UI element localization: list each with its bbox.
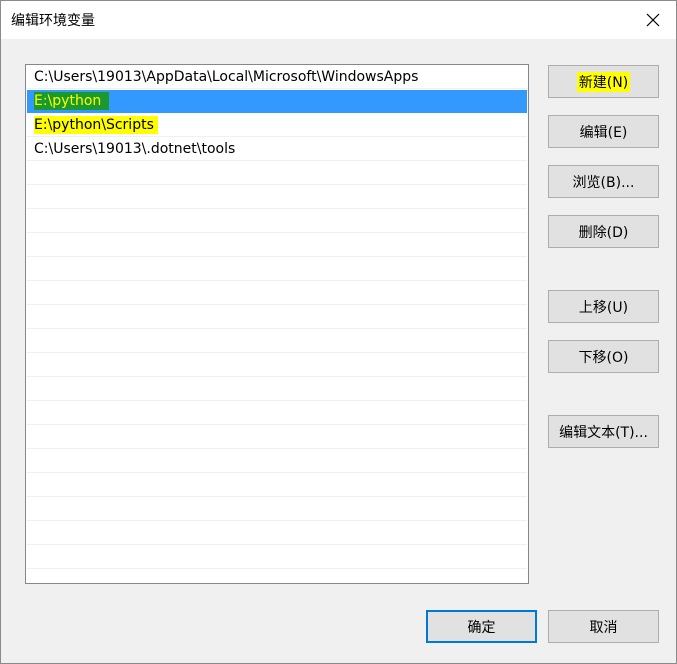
empty-row (27, 162, 527, 185)
edit-button[interactable]: 编辑(E) (548, 115, 659, 148)
list-item-text: E:\python (34, 92, 110, 110)
edit-text-button[interactable]: 编辑文本(T)... (548, 415, 659, 448)
list-item[interactable]: C:\Users\19013\AppData\Local\Microsoft\W… (27, 66, 527, 89)
list-item[interactable]: E:\python\Scripts (27, 114, 527, 137)
empty-row (27, 546, 527, 569)
empty-row (27, 474, 527, 497)
list-item-text: C:\Users\19013\AppData\Local\Microsoft\W… (34, 69, 419, 85)
list-item-selected[interactable]: E:\python (27, 90, 527, 113)
empty-row (27, 330, 527, 353)
delete-button-label: 删除(D) (578, 224, 629, 241)
empty-row (27, 282, 527, 305)
close-button[interactable] (630, 1, 676, 39)
edit-button-label: 编辑(E) (579, 124, 628, 141)
empty-row (27, 258, 527, 281)
list-item-text: E:\python\Scripts (34, 116, 158, 134)
empty-row (27, 402, 527, 425)
ok-button[interactable]: 确定 (426, 610, 537, 643)
move-down-button[interactable]: 下移(O) (548, 340, 659, 373)
cancel-button[interactable]: 取消 (548, 610, 659, 643)
new-button[interactable]: 新建(N) (548, 65, 659, 98)
empty-row (27, 378, 527, 401)
empty-row (27, 426, 527, 449)
move-down-button-label: 下移(O) (578, 349, 629, 366)
empty-row (27, 450, 527, 473)
empty-row (27, 498, 527, 521)
list-item[interactable]: C:\Users\19013\.dotnet\tools (27, 138, 527, 161)
delete-button[interactable]: 删除(D) (548, 215, 659, 248)
edit-text-button-label: 编辑文本(T)... (559, 424, 648, 441)
new-button-label: 新建(N) (576, 71, 631, 92)
title-bar: 编辑环境变量 (1, 1, 676, 39)
empty-row (27, 354, 527, 377)
close-icon (646, 13, 660, 27)
path-list[interactable]: C:\Users\19013\AppData\Local\Microsoft\W… (25, 64, 529, 584)
empty-row (27, 210, 527, 233)
empty-row (27, 306, 527, 329)
empty-row (27, 234, 527, 257)
move-up-button-label: 上移(U) (578, 299, 629, 316)
move-up-button[interactable]: 上移(U) (548, 290, 659, 323)
ok-button-label: 确定 (467, 619, 496, 636)
list-item-text: C:\Users\19013\.dotnet\tools (34, 141, 236, 157)
browse-button-label: 浏览(B)... (572, 174, 635, 191)
edit-env-var-dialog: 编辑环境变量 C:\Users\19013\AppData\Local\Micr… (0, 0, 677, 664)
empty-row (27, 186, 527, 209)
dialog-title: 编辑环境变量 (11, 13, 95, 29)
browse-button[interactable]: 浏览(B)... (548, 165, 659, 198)
cancel-button-label: 取消 (589, 619, 618, 636)
empty-row (27, 522, 527, 545)
